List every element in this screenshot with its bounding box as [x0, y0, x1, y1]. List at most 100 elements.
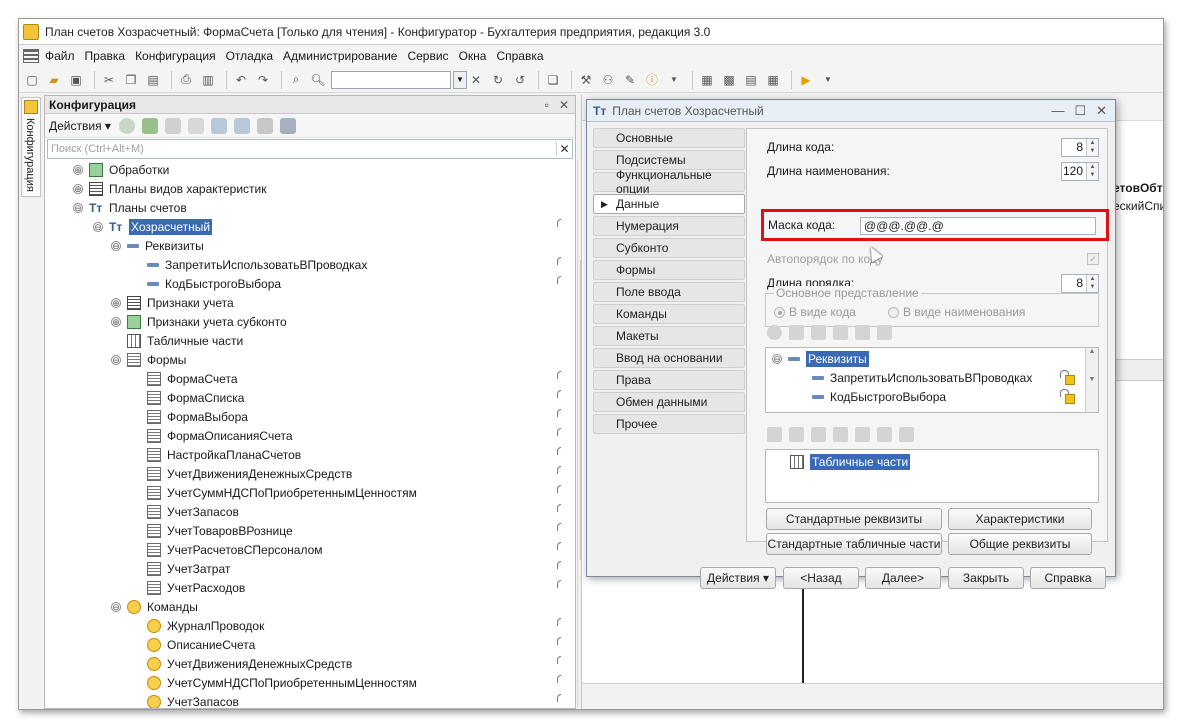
add-table-icon[interactable]	[767, 427, 782, 442]
dialog-actions-button[interactable]: Действия ▾	[700, 567, 776, 589]
paste-icon[interactable]: ▤	[144, 71, 162, 89]
tree-item[interactable]: УчетСуммНДСПоПриобретеннымЦенностям	[45, 673, 561, 692]
list-item[interactable]: ⊖ Реквизиты	[772, 349, 869, 368]
tree-item[interactable]: КодБыстрогоВыбора	[45, 274, 561, 293]
add-icon[interactable]	[767, 325, 782, 340]
tree-item[interactable]: ⊖ Тт Планы счетов	[45, 198, 561, 217]
calculator-icon[interactable]: ▩	[720, 71, 738, 89]
cut-icon[interactable]: ✂	[100, 71, 118, 89]
chevron-down-icon[interactable]: ▼	[453, 70, 467, 89]
print-icon[interactable]: ⎙	[177, 71, 195, 89]
open-folder-icon[interactable]: ▰	[45, 71, 63, 89]
close-icon[interactable]: ✕	[559, 98, 569, 112]
move-down-icon[interactable]	[233, 117, 250, 134]
spinner-arrows-icon[interactable]: ▲ ▼	[1086, 275, 1098, 292]
notes-icon[interactable]: ✎	[621, 71, 639, 89]
nav-item[interactable]: Команды	[593, 304, 745, 324]
tree-item[interactable]: ⊖ Тт Хозрасчетный	[45, 217, 561, 236]
config-search-field[interactable]: Поиск (Ctrl+Alt+M) ✕	[47, 139, 573, 159]
undo-icon[interactable]: ↶	[232, 71, 250, 89]
tree-item[interactable]: НастройкаПланаСчетов	[45, 445, 561, 464]
move-down-icon[interactable]	[855, 325, 870, 340]
tree-item[interactable]: УчетРасходов	[45, 578, 561, 597]
sort-icon[interactable]	[899, 427, 914, 442]
system-menu-icon[interactable]	[23, 49, 39, 63]
auto-order-checkbox[interactable]: ✓	[1087, 253, 1099, 265]
copy-icon[interactable]: ❐	[122, 71, 140, 89]
nav-item[interactable]: Прочее	[593, 414, 745, 434]
side-tab-configuration[interactable]: Конфигурация	[21, 97, 41, 197]
tree-item[interactable]: УчетЗапасов	[45, 502, 561, 521]
tree-item[interactable]: ФормаВыбора	[45, 407, 561, 426]
add-icon[interactable]	[118, 117, 135, 134]
form-view-icon[interactable]: ▤	[742, 71, 760, 89]
tree-item[interactable]: ФормаСчета	[45, 369, 561, 388]
delete-icon[interactable]	[187, 117, 204, 134]
help-button[interactable]: Справка	[1030, 567, 1106, 589]
find-next-icon[interactable]: ↻	[489, 71, 507, 89]
clear-icon[interactable]: ✕	[467, 71, 485, 89]
actions-menu-button[interactable]: Действия ▾	[49, 119, 111, 133]
nav-item[interactable]: Поле ввода	[593, 282, 745, 302]
nav-item[interactable]: Обмен данными	[593, 392, 745, 412]
move-up-icon[interactable]	[855, 427, 870, 442]
collapse-icon[interactable]: ⊖	[73, 202, 83, 213]
tree-item[interactable]: ⊖ Формы	[45, 350, 561, 369]
menu-windows[interactable]: Окна	[459, 49, 487, 63]
save-icon[interactable]: ▣	[67, 71, 85, 89]
radio-as-name[interactable]: В виде наименования	[888, 305, 1025, 319]
next-button[interactable]: Далее>	[865, 567, 941, 589]
name-length-spinner[interactable]: 120 ▲ ▼	[1061, 162, 1099, 181]
collapse-icon[interactable]: ⊖	[93, 221, 103, 232]
move-up-icon[interactable]	[210, 117, 227, 134]
filter-icon[interactable]	[279, 117, 296, 134]
tree-item[interactable]: ⊖ Команды	[45, 597, 561, 616]
menu-help[interactable]: Справка	[496, 49, 543, 63]
edit-icon[interactable]	[811, 427, 826, 442]
toolbar-search-input[interactable]	[331, 70, 451, 89]
windows-icon[interactable]: ❏	[544, 71, 562, 89]
collapse-icon[interactable]: ⊖	[111, 601, 121, 612]
find-prev-icon[interactable]: ↺	[511, 71, 529, 89]
delete-icon[interactable]	[811, 325, 826, 340]
tree-item[interactable]: УчетДвиженияДенежныхСредств	[45, 654, 561, 673]
nav-item[interactable]: Макеты	[593, 326, 745, 346]
tree-item[interactable]: УчетЗапасов	[45, 692, 561, 708]
nav-item[interactable]: Основные	[593, 128, 745, 148]
info-icon[interactable]: ⓘ	[643, 71, 661, 89]
nav-item[interactable]: Функциональные опции	[593, 168, 745, 196]
table-view-icon[interactable]: ▦	[764, 71, 782, 89]
add-column-icon[interactable]	[789, 427, 804, 442]
menu-configuration[interactable]: Конфигурация	[135, 49, 216, 63]
order-length-spinner[interactable]: 8 ▲ ▼	[1061, 274, 1099, 293]
copy-icon[interactable]	[164, 117, 181, 134]
tree-item[interactable]: УчетТоваровВРознице	[45, 521, 561, 540]
expand-icon[interactable]: ⊕	[111, 316, 121, 327]
tree-item[interactable]: ⊕ Признаки учета	[45, 293, 561, 312]
tree-item[interactable]: ⊖ Реквизиты	[45, 236, 561, 255]
wizard-icon[interactable]: ⚒	[577, 71, 595, 89]
spinner-arrows-icon[interactable]: ▲ ▼	[1086, 139, 1098, 156]
clear-search-icon[interactable]: ✕	[556, 142, 572, 156]
move-up-icon[interactable]	[833, 325, 848, 340]
maximize-icon[interactable]: ☐	[1074, 103, 1086, 119]
calendar-icon[interactable]: ▦	[698, 71, 716, 89]
syntax-help-icon[interactable]: ⚇	[599, 71, 617, 89]
find-in-folder-icon[interactable]: ⌕	[287, 71, 305, 89]
collapse-icon[interactable]: ⊖	[111, 240, 121, 251]
nav-item[interactable]: Формы	[593, 260, 745, 280]
dropdown-icon[interactable]: ▼	[665, 71, 683, 89]
expand-icon[interactable]: ⊕	[73, 183, 83, 194]
run-dropdown-icon[interactable]: ▼	[819, 71, 837, 89]
preview-icon[interactable]: ▥	[199, 71, 217, 89]
nav-item[interactable]: Ввод на основании	[593, 348, 745, 368]
new-file-icon[interactable]: ▢	[23, 71, 41, 89]
list-item[interactable]: Табличные части	[790, 452, 911, 471]
tree-item[interactable]: ФормаСписка	[45, 388, 561, 407]
edit-icon[interactable]	[141, 117, 158, 134]
delete-icon[interactable]	[833, 427, 848, 442]
nav-item[interactable]: Права	[593, 370, 745, 390]
tree-item[interactable]: ОписаниеСчета	[45, 635, 561, 654]
nav-item[interactable]: Данные	[593, 194, 745, 214]
menu-administration[interactable]: Администрирование	[283, 49, 397, 63]
